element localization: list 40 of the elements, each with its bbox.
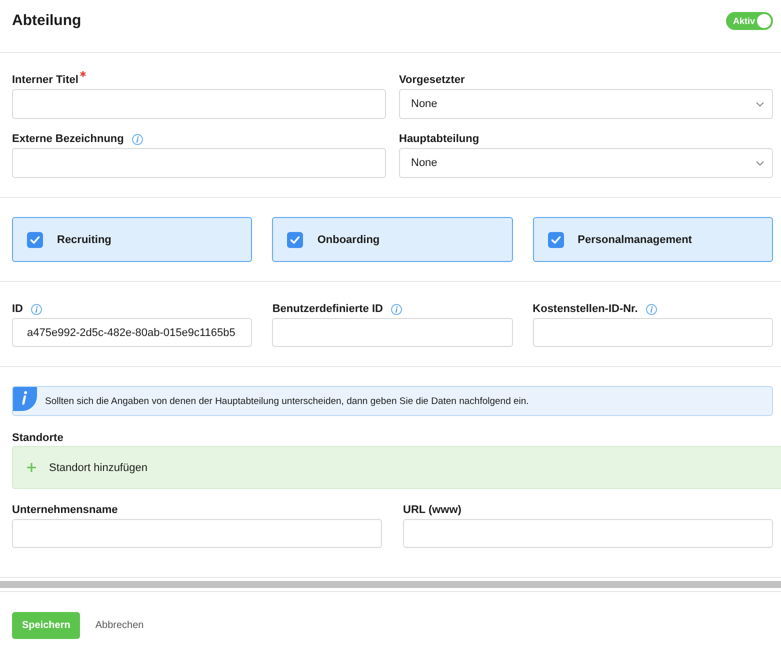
text-field[interactable] [12, 519, 382, 548]
module-option[interactable]: Onboarding [272, 217, 513, 262]
field-label: ID [12, 302, 23, 316]
cancel-button[interactable]: Abbrechen [95, 620, 144, 631]
section-label: Standorte [12, 431, 64, 445]
checkbox[interactable] [27, 232, 43, 248]
text-field[interactable] [403, 519, 773, 548]
checkbox[interactable] [548, 232, 564, 248]
info-icon[interactable] [132, 134, 143, 144]
field-label: Kostenstellen-ID-Nr. [532, 302, 638, 316]
scrollbar-thumb[interactable] [0, 581, 781, 588]
field-label: Interner Titel [12, 73, 78, 87]
page-title: Abteilung [12, 11, 82, 31]
text-field[interactable] [12, 148, 386, 178]
field-label: Vorgesetzter [399, 73, 465, 87]
field-label: Hauptabteilung [399, 132, 480, 146]
info-icon[interactable] [390, 304, 402, 314]
text-field[interactable]: a475e992-2d5c-482e-80ab-015e9c1165b5 [12, 318, 252, 347]
field-label: Unternehmensname [12, 503, 118, 517]
text-field[interactable] [532, 318, 773, 347]
add-location-button[interactable]: Standort hinzufügen [12, 446, 781, 489]
toggle-knob-icon [757, 14, 771, 28]
text-field[interactable] [12, 89, 386, 119]
field-label: Externe Bezeichnung [12, 132, 124, 146]
module-option[interactable]: Personalmanagement [532, 217, 773, 262]
chevron-down-icon [756, 102, 764, 106]
module-option[interactable]: Recruiting [12, 217, 252, 262]
info-icon[interactable] [31, 304, 42, 314]
plus-icon [27, 463, 36, 472]
scrollbar-track[interactable] [0, 577, 781, 592]
select-field[interactable]: None [399, 148, 773, 178]
info-icon [13, 387, 37, 411]
field-label: URL (www) [403, 503, 462, 517]
checkbox[interactable] [287, 232, 304, 248]
field-label: Benutzerdefinierte ID [272, 302, 383, 316]
info-icon[interactable] [646, 304, 657, 314]
select-field[interactable]: None [399, 89, 773, 119]
info-text: Sollten sich die Angaben von denen der Hauptabteilung unterscheiden, dann geben Sie die Daten nachfolgend ein. [45, 396, 529, 406]
chevron-down-icon [756, 160, 764, 166]
text-field[interactable] [272, 318, 513, 347]
